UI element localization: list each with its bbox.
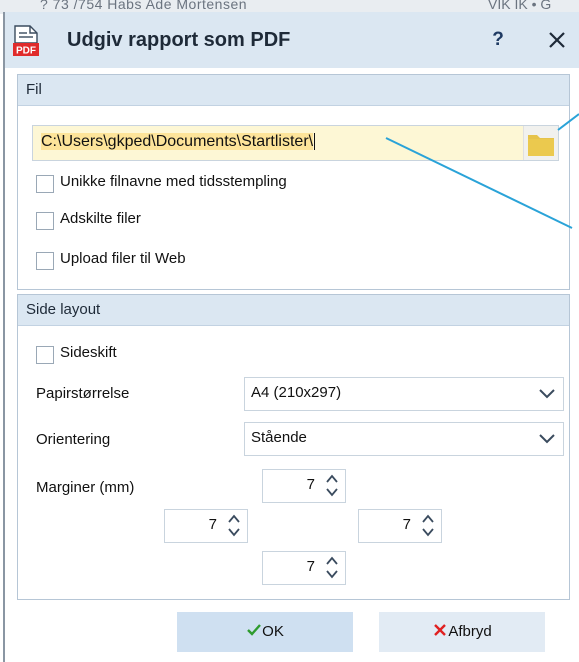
spin-up-icon[interactable] xyxy=(325,473,339,484)
margin-left-stepper[interactable]: 7 xyxy=(164,509,248,543)
cancel-button[interactable]: Afbryd xyxy=(379,612,545,652)
ok-button[interactable]: OK xyxy=(177,612,353,652)
x-icon xyxy=(434,624,447,636)
orientation-dropdown[interactable]: Stående xyxy=(244,422,564,456)
chevron-down-icon xyxy=(539,389,555,399)
pdf-document-icon: PDF xyxy=(13,25,39,57)
chevron-down-icon xyxy=(539,434,555,444)
margin-right-stepper[interactable]: 7 xyxy=(358,509,442,543)
margin-top-stepper[interactable]: 7 xyxy=(262,469,346,503)
separate-files-checkbox[interactable] xyxy=(36,212,54,230)
dialog-title: Udgiv rapport som PDF xyxy=(67,29,291,51)
upload-web-label: Upload filer til Web xyxy=(60,250,186,267)
fil-group: Fil C:\Users\gkped\Documents\Startlister… xyxy=(17,74,570,290)
margin-bottom-stepper[interactable]: 7 xyxy=(262,551,346,585)
unique-filenames-checkbox[interactable] xyxy=(36,175,54,193)
background-text: ? 73 /754 Habs Ade Mortensen xyxy=(40,0,248,12)
upload-web-checkbox[interactable] xyxy=(36,252,54,270)
orientation-label: Orientering xyxy=(36,431,111,448)
spin-down-icon[interactable] xyxy=(325,487,339,498)
paper-size-label: Papirstørrelse xyxy=(36,385,130,402)
paper-size-value: A4 (210x297) xyxy=(251,384,342,401)
margin-top-value: 7 xyxy=(306,476,315,493)
separate-files-label: Adskilte filer xyxy=(60,210,141,227)
file-path-text: C:\Users\gkped\Documents\Startlister\ xyxy=(41,133,316,151)
spin-down-icon[interactable] xyxy=(325,569,339,580)
file-path-value: C:\Users\gkped\Documents\Startlister\ xyxy=(41,133,314,150)
browse-folder-button[interactable] xyxy=(523,126,558,160)
side-layout-group: Side layout Sideskift Papirstørrelse A4 … xyxy=(17,294,570,600)
fil-group-header: Fil xyxy=(18,75,569,106)
sideskift-checkbox[interactable] xyxy=(36,346,54,364)
margin-right-value: 7 xyxy=(402,516,411,533)
folder-icon xyxy=(528,135,554,156)
side-layout-header: Side layout xyxy=(18,295,569,326)
margin-left-value: 7 xyxy=(208,516,217,533)
help-button[interactable]: ? xyxy=(485,27,511,53)
file-path-input[interactable]: C:\Users\gkped\Documents\Startlister\ xyxy=(32,125,559,161)
unique-filenames-label: Unikke filnavne med tidsstempling xyxy=(60,173,287,190)
close-icon[interactable] xyxy=(543,26,571,54)
cancel-button-label: Afbryd xyxy=(448,623,492,640)
spin-up-icon[interactable] xyxy=(325,555,339,566)
ok-button-label: OK xyxy=(262,623,284,640)
svg-text:PDF: PDF xyxy=(16,46,36,57)
margin-bottom-value: 7 xyxy=(306,558,315,575)
checkmark-icon xyxy=(247,624,262,636)
spin-up-icon[interactable] xyxy=(227,513,241,524)
margins-label: Marginer (mm) xyxy=(36,479,135,496)
paper-size-dropdown[interactable]: A4 (210x297) xyxy=(244,377,564,411)
sideskift-label: Sideskift xyxy=(60,344,117,361)
spin-up-icon[interactable] xyxy=(421,513,435,524)
orientation-value: Stående xyxy=(251,429,307,446)
background-text-right: VIK IK • G xyxy=(488,0,552,12)
publish-pdf-dialog: PDF Udgiv rapport som PDF ? Fil C:\Users… xyxy=(3,12,579,662)
spin-down-icon[interactable] xyxy=(421,527,435,538)
dialog-titlebar: PDF Udgiv rapport som PDF ? xyxy=(5,12,579,68)
spin-down-icon[interactable] xyxy=(227,527,241,538)
